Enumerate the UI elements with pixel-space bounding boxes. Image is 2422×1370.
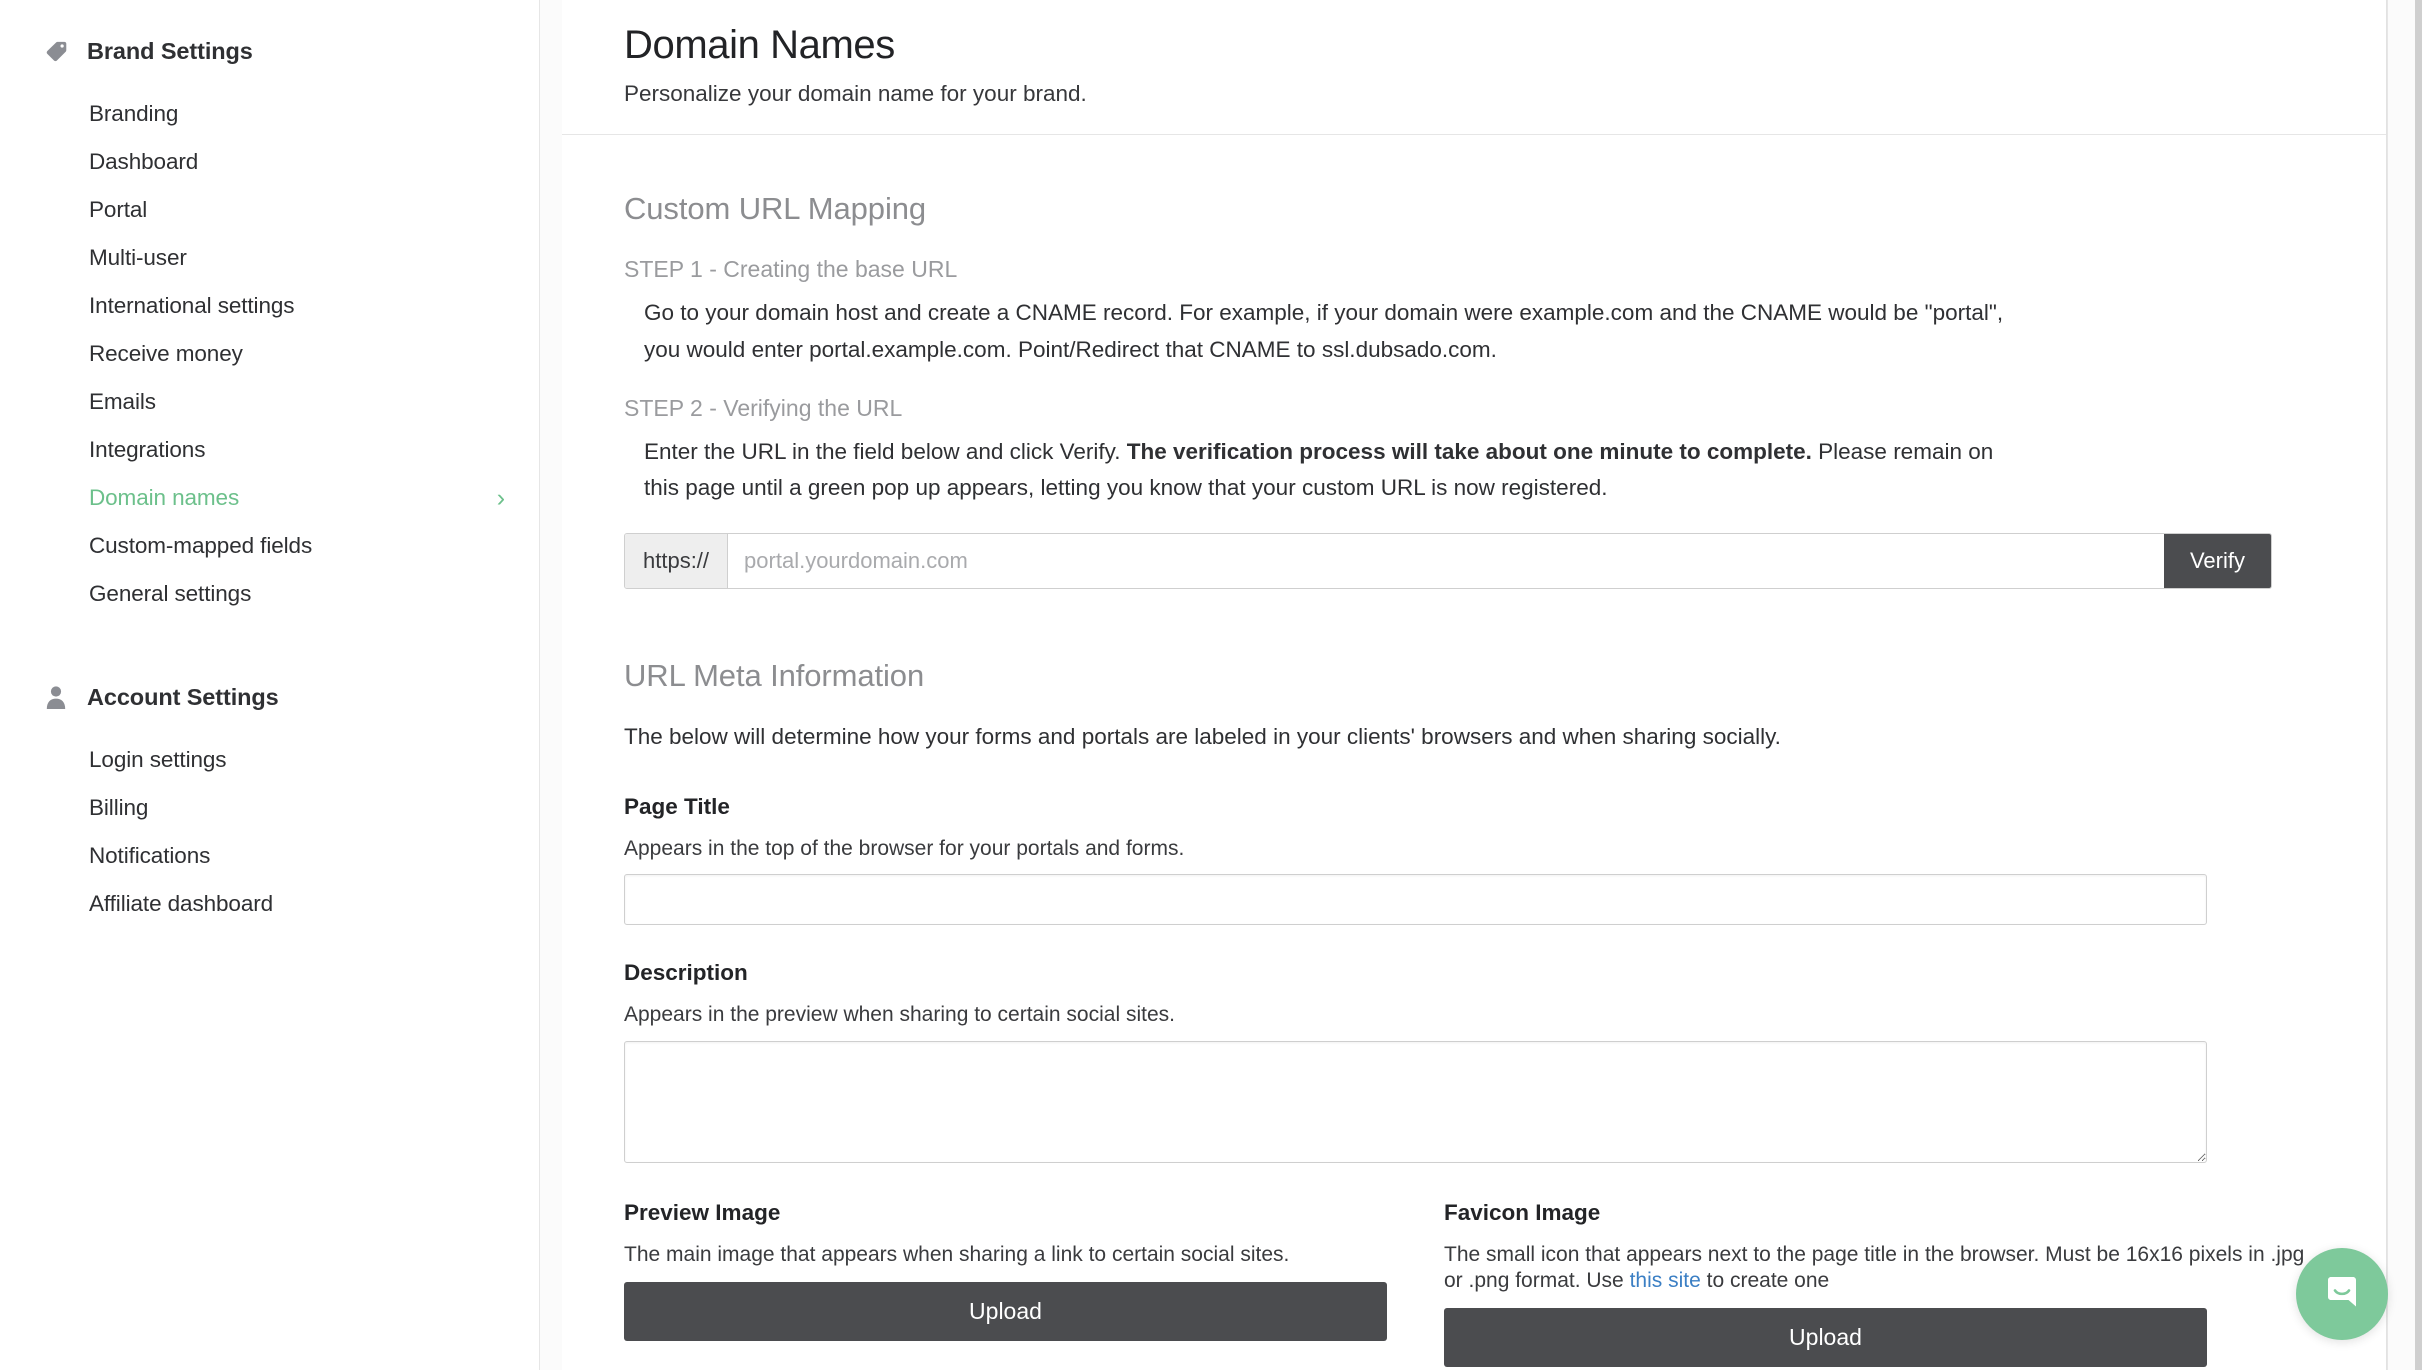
sidebar-item-label: Notifications [89, 842, 211, 868]
app-root: Brand Settings Branding › Dashboard › Po… [0, 0, 2422, 1370]
step2-body-pre: Enter the URL in the field below and cli… [644, 438, 1127, 464]
step1-body: Go to your domain host and create a CNAM… [644, 300, 2004, 362]
sidebar-group-header-account-settings: Account Settings [0, 674, 539, 720]
sidebar-item-notifications[interactable]: Notifications › [0, 832, 539, 880]
sidebar-item-label: Billing [89, 794, 149, 820]
page-title-help: Appears in the top of the browser for yo… [624, 837, 1185, 861]
sidebar-item-domain-names[interactable]: Domain names › [0, 474, 539, 522]
sidebar-item-label: Dashboard [89, 148, 199, 174]
sidebar-item-label: Affiliate dashboard [89, 890, 274, 916]
description-help: Appears in the preview when sharing to c… [624, 1003, 1175, 1027]
sidebar-item-branding[interactable]: Branding › [0, 90, 539, 138]
page-header: Domain Names Personalize your domain nam… [562, 0, 2386, 135]
section-title-custom-url-mapping: Custom URL Mapping [624, 191, 927, 226]
sidebar-item-general-settings[interactable]: General settings › [0, 570, 539, 618]
sidebar-item-label: Login settings [89, 746, 227, 772]
sidebar-item-dashboard[interactable]: Dashboard › [0, 138, 539, 186]
description-textarea[interactable] [624, 1040, 2207, 1163]
sidebar-item-receive-money[interactable]: Receive money › [0, 330, 539, 378]
step2-body: Enter the URL in the field below and cli… [624, 434, 2024, 507]
step1-label: STEP 1 - Creating the base URL [624, 256, 958, 283]
verify-button[interactable]: Verify [2163, 533, 2271, 588]
sidebar-item-label: Receive money [89, 340, 243, 366]
page-subtitle: Personalize your domain name for your br… [624, 81, 1087, 106]
page-title-label: Page Title [624, 794, 730, 820]
sidebar-item-label: Multi-user [89, 244, 187, 270]
sidebar-item-multi-user[interactable]: Multi-user › [0, 234, 539, 282]
section-title-url-meta: URL Meta Information [624, 657, 925, 693]
chevron-right-icon: › [496, 483, 505, 512]
sidebar-item-custom-mapped-fields[interactable]: Custom-mapped fields › [0, 522, 539, 570]
step2-body-emphasis: The verification process will take about… [1126, 438, 1812, 464]
sidebar-group-label: Brand Settings [87, 37, 253, 64]
main-area: Domain Names Personalize your domain nam… [540, 0, 2422, 1370]
sidebar-item-label: Custom-mapped fields [89, 532, 313, 558]
url-meta-intro: The below will determine how your forms … [624, 723, 1781, 749]
image-upload-row: Preview Image The main image that appear… [624, 1199, 2324, 1368]
section-custom-url-mapping: Custom URL Mapping STEP 1 - Creating the… [624, 190, 2324, 589]
preview-image-label: Preview Image [624, 1199, 781, 1225]
favicon-help-post: to create one [1700, 1268, 1830, 1292]
sidebar-group-header-brand-settings: Brand Settings [0, 28, 539, 74]
sidebar-item-label: Emails [89, 388, 156, 414]
favicon-help-pre: The small icon that appears next to the … [1444, 1242, 2305, 1292]
preview-image-column: Preview Image The main image that appear… [624, 1199, 1444, 1368]
sidebar-item-affiliate-dashboard[interactable]: Affiliate dashboard › [0, 880, 539, 928]
section-url-meta-information: URL Meta Information The below will dete… [624, 657, 2324, 1368]
field-spacer [624, 925, 2324, 959]
custom-url-input[interactable] [728, 533, 2164, 588]
sidebar-item-login-settings[interactable]: Login settings › [0, 736, 539, 784]
sidebar-item-label: International settings [89, 292, 295, 318]
sidebar-item-portal[interactable]: Portal › [0, 186, 539, 234]
sidebar-item-label: Integrations [89, 436, 206, 462]
favicon-image-label: Favicon Image [1444, 1199, 1601, 1225]
favicon-image-column: Favicon Image The small icon that appear… [1444, 1199, 2324, 1368]
nav-group-account-settings: Account Settings Login settings › Billin… [0, 674, 539, 928]
sidebar-group-label: Account Settings [87, 683, 279, 710]
tag-icon [43, 38, 69, 64]
sidebar-item-label: Portal [89, 196, 148, 222]
settings-panel: Domain Names Personalize your domain nam… [562, 0, 2387, 1370]
favicon-generator-link[interactable]: this site [1630, 1269, 1701, 1292]
settings-sidebar: Brand Settings Branding › Dashboard › Po… [0, 0, 540, 1370]
intercom-chat-launcher[interactable] [2296, 1248, 2388, 1340]
sidebar-item-emails[interactable]: Emails › [0, 378, 539, 426]
panel-content: Custom URL Mapping STEP 1 - Creating the… [562, 135, 2386, 1368]
sidebar-item-label: General settings [89, 580, 252, 606]
description-label: Description [624, 960, 748, 986]
sidebar-item-label: Branding [89, 100, 179, 126]
user-icon [43, 684, 69, 710]
nav-group-brand-settings: Brand Settings Branding › Dashboard › Po… [0, 28, 539, 618]
sidebar-item-label: Domain names [89, 484, 240, 510]
step2-label: STEP 2 - Verifying the URL [624, 394, 903, 421]
favicon-image-upload-button[interactable]: Upload [1444, 1308, 2207, 1368]
window-scrollbar[interactable] [2415, 0, 2422, 1370]
url-protocol-prefix: https:// [625, 533, 729, 588]
chat-bubble-icon [2318, 1268, 2366, 1321]
sidebar-item-international-settings[interactable]: International settings › [0, 282, 539, 330]
page-title: Domain Names [624, 23, 895, 67]
sidebar-item-integrations[interactable]: Integrations › [0, 426, 539, 474]
favicon-image-help: The small icon that appears next to the … [1444, 1242, 2324, 1295]
sidebar-group-spacer [0, 622, 539, 674]
preview-image-help: The main image that appears when sharing… [624, 1242, 1290, 1266]
custom-url-input-group: https:// Verify [624, 532, 2272, 589]
sidebar-item-billing[interactable]: Billing › [0, 784, 539, 832]
page-title-input[interactable] [624, 874, 2207, 926]
preview-image-upload-button[interactable]: Upload [624, 1281, 1387, 1341]
